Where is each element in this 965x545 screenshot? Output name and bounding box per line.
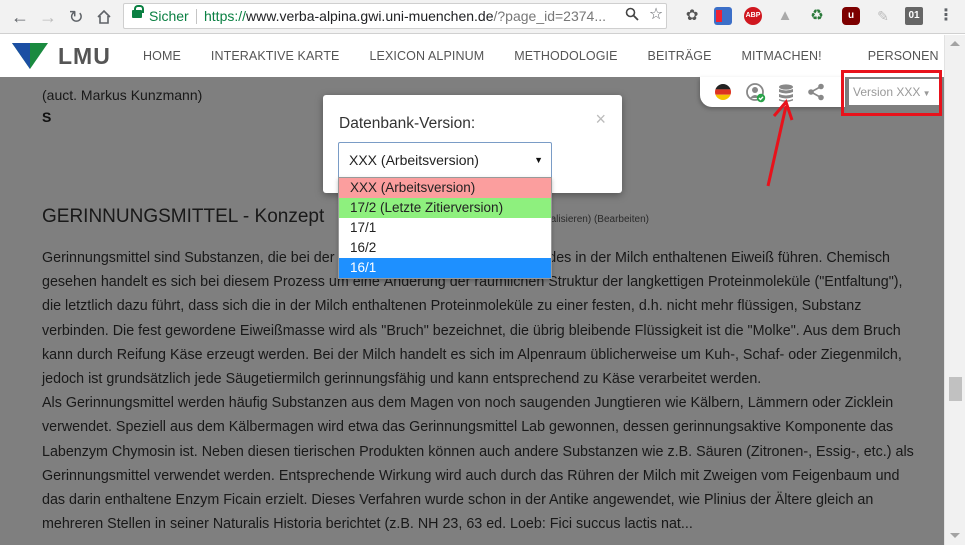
scroll-down-icon[interactable] <box>950 533 960 538</box>
address-bar[interactable]: Sicher https://www.verba-alpina.gwi.uni-… <box>123 3 667 29</box>
extension-drive-icon[interactable]: ▲ <box>776 7 794 25</box>
page-scrollbar[interactable] <box>944 35 965 545</box>
option-arbeitsversion[interactable]: XXX (Arbeitsversion) <box>339 178 551 198</box>
annotation-arrow <box>766 99 794 187</box>
nav-lexicon-alpinum[interactable]: LEXICON ALPINUM <box>370 49 485 63</box>
pdf-icon[interactable]: ✎ <box>874 7 892 25</box>
extension-bug-icon[interactable]: ✿ <box>683 7 701 25</box>
lmu-logo[interactable]: LMU <box>12 43 112 69</box>
option-letzte-zitierversion[interactable]: 17/2 (Letzte Zitierversion) <box>339 198 551 218</box>
select-value: XXX (Arbeitsversion) <box>349 152 479 168</box>
url-text: https://www.verba-alpina.gwi.uni-muenche… <box>204 8 606 24</box>
lock-icon <box>132 5 144 18</box>
extension-counter-icon[interactable]: 01 <box>905 7 923 25</box>
omnibox-divider <box>196 9 197 24</box>
logo-text: LMU <box>58 43 111 69</box>
nav-beitraege[interactable]: BEITRÄGE <box>648 49 712 63</box>
nav-mitmachen[interactable]: MITMACHEN! <box>742 49 822 63</box>
secure-label: Sicher <box>149 8 189 24</box>
star-icon[interactable]: ☆ <box>647 6 665 24</box>
close-icon[interactable]: × <box>595 109 606 130</box>
german-flag-icon[interactable] <box>714 83 732 101</box>
extension-book-icon[interactable] <box>714 7 732 25</box>
annotation-highlight-box <box>841 70 942 116</box>
site-header: LMU HOME INTERAKTIVE KARTE LEXICON ALPIN… <box>0 35 944 77</box>
version-select[interactable]: XXX (Arbeitsversion) ▼ <box>338 142 552 179</box>
option-16-1[interactable]: 16/1 <box>339 258 551 278</box>
browser-toolbar: ← → ↻ Sicher https://www.verba-alpina.gw… <box>0 0 965 34</box>
ublock-icon[interactable]: u <box>842 7 860 25</box>
home-icon[interactable] <box>92 5 116 29</box>
modal-title: Datenbank-Version: <box>339 115 476 132</box>
version-options-list: XXX (Arbeitsversion) 17/2 (Letzte Zitier… <box>338 177 552 279</box>
scroll-up-icon[interactable] <box>950 41 960 46</box>
nav-home[interactable]: HOME <box>143 49 181 63</box>
nav-interaktive-karte[interactable]: INTERAKTIVE KARTE <box>211 49 340 63</box>
forward-icon[interactable]: → <box>36 5 60 29</box>
chevron-down-icon: ▼ <box>534 155 543 165</box>
scroll-thumb[interactable] <box>949 377 962 401</box>
nav-methodologie[interactable]: METHODOLOGIE <box>514 49 617 63</box>
option-17-1[interactable]: 17/1 <box>339 218 551 238</box>
option-16-2[interactable]: 16/2 <box>339 238 551 258</box>
search-icon[interactable] <box>623 7 641 25</box>
menu-kebab-icon[interactable]: ⋮ <box>937 7 955 25</box>
reload-icon[interactable]: ↻ <box>64 5 88 29</box>
nav-personen[interactable]: PERSONEN <box>868 49 939 63</box>
adblock-plus-icon[interactable]: ABP <box>744 7 762 25</box>
share-icon[interactable] <box>807 83 825 101</box>
recycle-icon[interactable]: ♻ <box>808 7 826 25</box>
back-icon[interactable]: ← <box>8 5 32 29</box>
